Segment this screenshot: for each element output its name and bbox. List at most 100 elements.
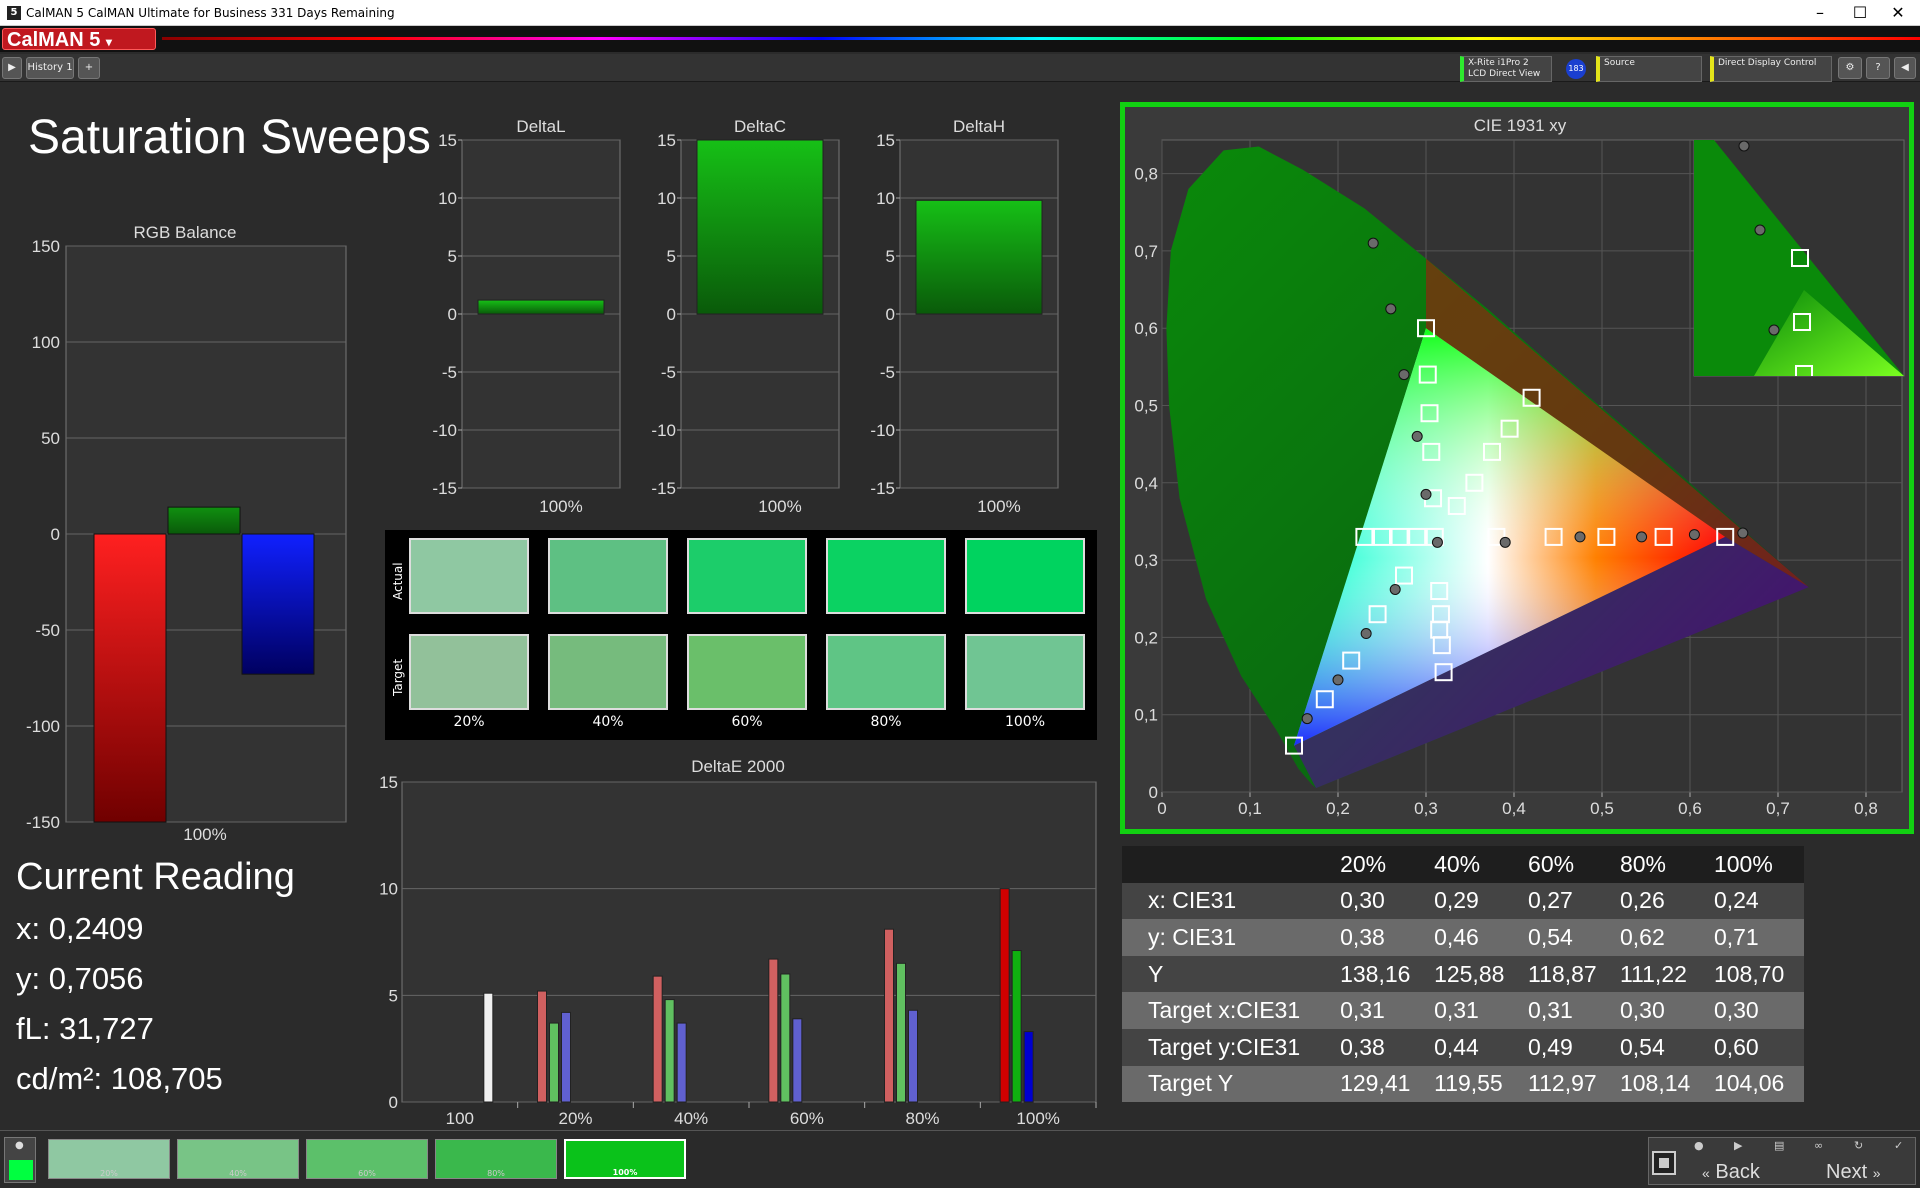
actual-row-label: Actual (391, 562, 405, 600)
table-cell: 0,31 (1336, 992, 1431, 1029)
cie-xtick-label: 0,4 (1502, 799, 1526, 818)
calman-logo-button[interactable]: CalMAN 5 ▾ (2, 28, 156, 51)
next-button[interactable]: Next » (1826, 1161, 1880, 1184)
rgb-bar-green (167, 506, 241, 535)
reading-cdm2: cd/m²: 108,705 (16, 1061, 223, 1096)
table-cell: 129,41 (1336, 1065, 1431, 1103)
settings-icon[interactable]: ⚙ (1838, 57, 1862, 79)
play-small-icon[interactable]: ▶ (1734, 1139, 1742, 1152)
cie-xtick-label: 0,7 (1766, 799, 1790, 818)
meter-selector[interactable]: X-Rite i1Pro 2 LCD Direct View (1460, 56, 1552, 82)
row-marker (1122, 846, 1144, 883)
actual-marker (1385, 303, 1397, 315)
row-marker (1122, 955, 1144, 993)
cie-xtick-label: 0,8 (1854, 799, 1878, 818)
reading-y: y: 0,7056 (16, 961, 144, 996)
table-cell: 111,22 (1615, 955, 1710, 993)
point-selector-button[interactable]: 80% (435, 1139, 557, 1179)
cie-ytick-label: 0,4 (1134, 474, 1158, 493)
actual-swatch (687, 538, 807, 614)
help-icon[interactable]: ? (1866, 57, 1890, 79)
row-marker (1122, 992, 1144, 1029)
delta-tick-label: -10 (651, 421, 676, 440)
cie-title: CIE 1931 xy (1474, 116, 1567, 135)
rgb-tick-label: 50 (41, 429, 60, 448)
table-cell: 0,71 (1709, 919, 1804, 956)
table-cell: 125,88 (1430, 955, 1525, 993)
deltae-bar (537, 990, 547, 1103)
delta-tick-label: 5 (448, 247, 457, 266)
bottom-bar: ● 20% 40% 60% 80% 100% ● ▶ ▤ ∞ ↻ ✓ « Back Ne… (0, 1130, 1920, 1188)
point-selector-button[interactable]: 20% (48, 1139, 170, 1179)
window-titlebar: 5 CalMAN 5 CalMAN Ultimate for Business … (0, 0, 1920, 26)
actual-marker (1332, 674, 1344, 686)
stop-icon[interactable] (1652, 1151, 1676, 1175)
cie-xtick-label: 0,2 (1326, 799, 1350, 818)
cie-xtick-label: 0,6 (1678, 799, 1702, 818)
cie-ytick-label: 0,1 (1134, 706, 1158, 725)
table-header-cell: 60% (1524, 846, 1616, 883)
deltae-bar (896, 962, 906, 1103)
swatch-label: 100% (1004, 714, 1046, 730)
display-selector[interactable]: Direct Display Control (1710, 56, 1832, 82)
table-cell: 0,62 (1615, 919, 1710, 956)
collapse-icon[interactable]: ◀ (1894, 57, 1916, 79)
target-swatch (687, 634, 807, 710)
deltae-bar (884, 928, 894, 1103)
row-marker (1122, 882, 1144, 920)
tab-history-1[interactable]: History 1 (26, 57, 74, 79)
deltae-chart: DeltaE 2000 15 10 5 0 100 20% 40% 60% 80% 100% (379, 757, 1097, 1124)
rgb-balance-title: RGB Balance (134, 223, 237, 242)
table-cell: 0,46 (1430, 919, 1525, 956)
point-selector-button[interactable]: 100% (564, 1139, 686, 1179)
inset-actual-marker (1738, 140, 1750, 152)
point-selector-label: 20% (100, 1169, 118, 1178)
reading-x: x: 0,2409 (16, 911, 144, 946)
delta-tick-label: 5 (667, 247, 676, 266)
loop-icon[interactable]: ∞ (1814, 1139, 1823, 1152)
actual-swatch (548, 538, 668, 614)
actual-swatch (409, 538, 529, 614)
close-icon[interactable]: ✕ (1876, 0, 1920, 26)
point-selector-button[interactable]: 40% (177, 1139, 299, 1179)
actual-marker (1367, 237, 1379, 249)
minimize-icon[interactable]: – (1798, 0, 1842, 26)
source-selector[interactable]: Source (1596, 56, 1702, 82)
save-icon[interactable]: ▤ (1774, 1139, 1784, 1152)
cie-ytick-label: 0 (1149, 783, 1158, 802)
refresh-icon[interactable]: ↻ (1854, 1139, 1863, 1152)
record-icon[interactable]: ● (1694, 1139, 1704, 1152)
delta-bar (477, 299, 605, 315)
delta-tick-label: 0 (886, 305, 895, 324)
deltae-category-label: 100 (446, 1109, 474, 1124)
back-arrow-icon: « (1702, 1165, 1710, 1181)
actual-marker (1301, 713, 1313, 725)
delta-chart-xlabel: 100% (539, 497, 582, 512)
meter-badge[interactable]: 183 (1566, 59, 1586, 79)
table-cell: 0,30 (1615, 992, 1710, 1029)
delta-tick-label: -5 (880, 363, 895, 382)
swatch-label: 20% (453, 714, 485, 730)
table-cell: 0,54 (1615, 1028, 1710, 1066)
eye-icon: ● (15, 1140, 24, 1151)
table-cell: 0,31 (1430, 992, 1525, 1029)
tab-bar: ▶ History 1 + X-Rite i1Pro 2 LCD Direct … (0, 54, 1920, 82)
rgb-tick-label: -150 (26, 813, 60, 832)
rgb-balance-chart: RGB Balance 150 100 50 0 -50 -100 -150 100% (26, 223, 347, 844)
cie-ytick-label: 0,7 (1134, 242, 1158, 261)
swatch-label: 40% (592, 714, 624, 730)
point-selector-button[interactable]: 60% (306, 1139, 428, 1179)
inset-actual-marker (1754, 224, 1766, 236)
deltae-bar (768, 958, 779, 1103)
actual-marker (1360, 628, 1372, 640)
table-cell: 0,38 (1336, 1028, 1431, 1066)
table-cell: 0,30 (1336, 882, 1431, 920)
table-cell: 108,14 (1615, 1065, 1710, 1103)
add-tab-icon[interactable]: + (78, 57, 100, 79)
back-button[interactable]: « Back (1702, 1161, 1760, 1184)
delta-tick-label: 10 (438, 189, 457, 208)
table-row: Target Y 129,41 119,55 112,97 108,14 104,06 (1122, 1065, 1804, 1103)
table-row: Target x:CIE31 0,31 0,31 0,31 0,30 0,30 (1122, 992, 1804, 1029)
check-icon[interactable]: ✓ (1894, 1139, 1903, 1152)
play-icon[interactable]: ▶ (2, 57, 22, 79)
